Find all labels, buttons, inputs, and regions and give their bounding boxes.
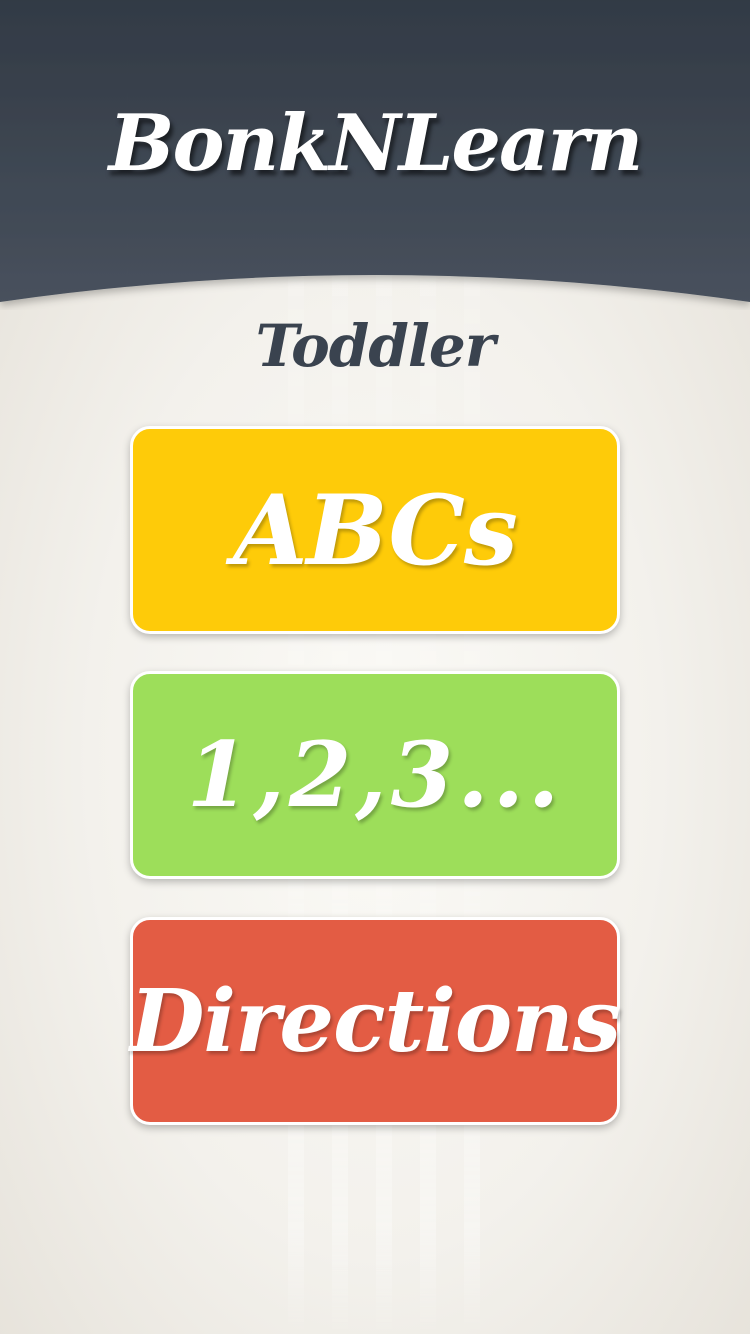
- app-title: BonkNLearn: [108, 98, 644, 189]
- level-title: Toddler: [255, 312, 496, 380]
- directions-button[interactable]: Directions: [129, 917, 621, 1125]
- abcs-button-label: ABCs: [233, 473, 518, 587]
- numbers-button[interactable]: 1,2,3...: [130, 671, 620, 879]
- header: BonkNLearn: [0, 0, 750, 310]
- abcs-button[interactable]: ABCs: [130, 426, 620, 634]
- directions-button-label: Directions: [129, 970, 621, 1072]
- numbers-button-label: 1,2,3...: [186, 722, 564, 828]
